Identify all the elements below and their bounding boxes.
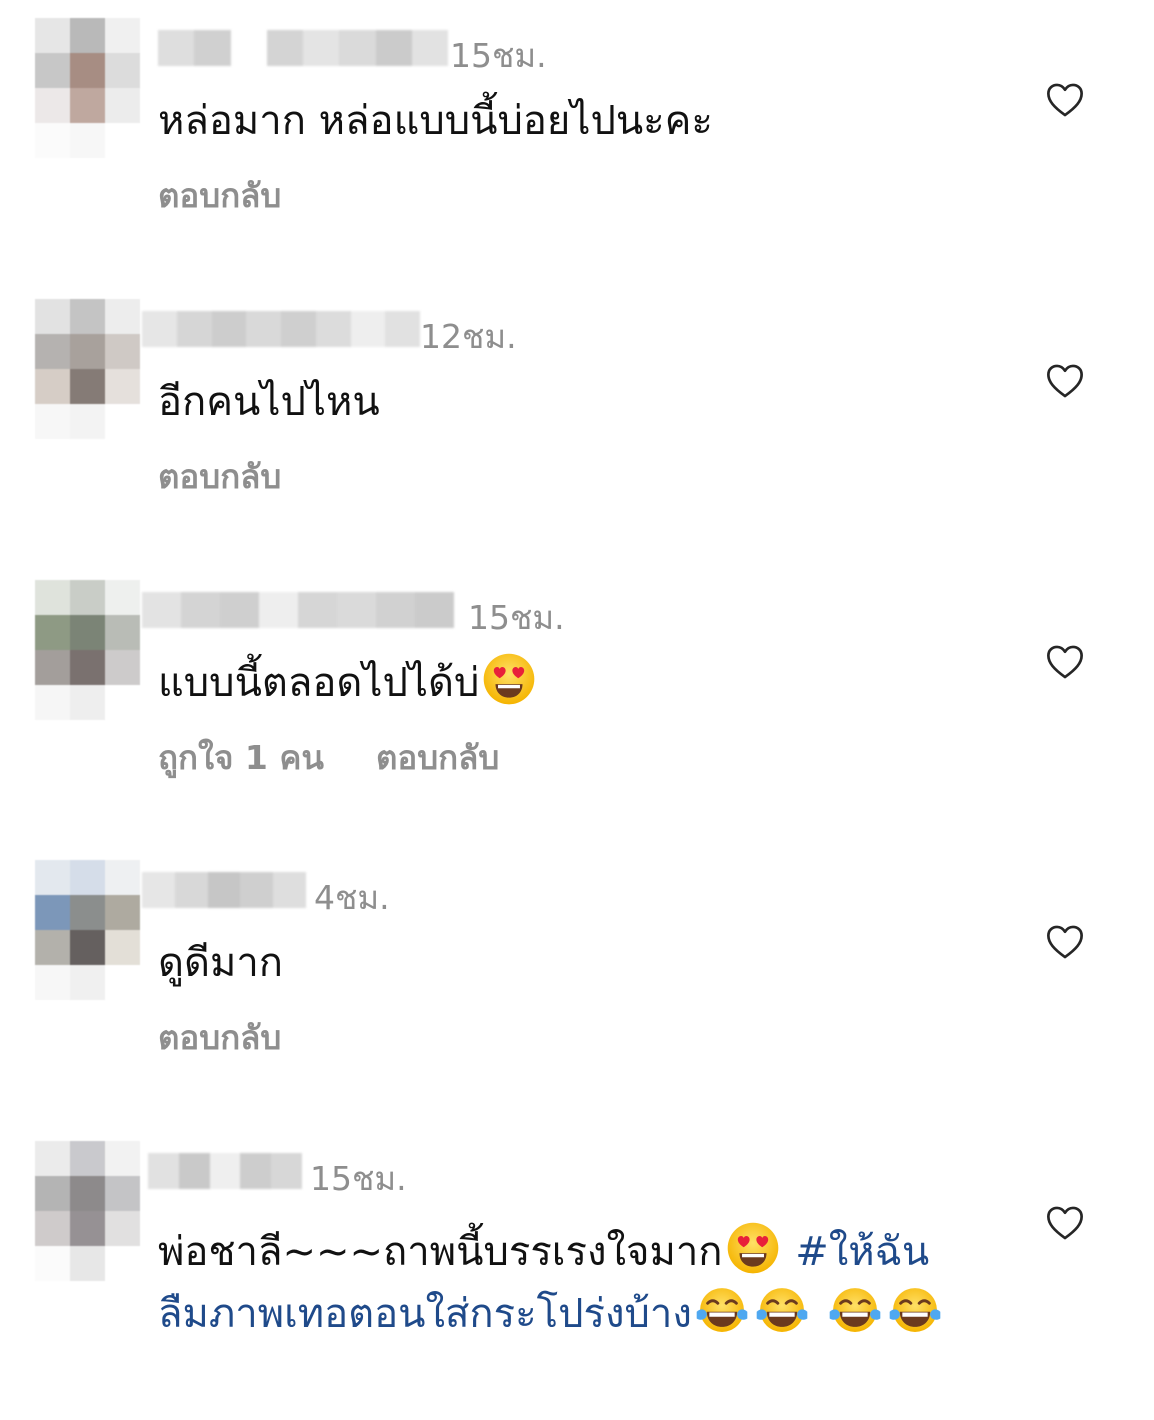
likes-count[interactable]: ถูกใจ 1 คน	[158, 738, 324, 777]
avatar[interactable]	[35, 18, 140, 158]
comment-text: หล่อมาก หล่อแบบนี้บ่อยไปนะคะ	[158, 98, 713, 144]
reply-button[interactable]: ตอบกลับ	[158, 1018, 281, 1057]
comment-text: พ่อชาลี~~~ถาพนี้บรรเรงใจมาก #ให้ฉันลืมภา…	[158, 1221, 968, 1345]
heart-eyes-emoji	[726, 1221, 780, 1275]
avatar[interactable]	[35, 1141, 140, 1281]
username[interactable]	[158, 30, 448, 66]
heart-eyes-emoji	[482, 652, 536, 706]
comment-text: อีกคนไปไหน	[158, 379, 380, 425]
heart-outline-icon[interactable]	[1046, 363, 1084, 399]
reply-button[interactable]: ตอบกลับ	[376, 738, 499, 777]
reply-button[interactable]: ตอบกลับ	[158, 457, 281, 496]
tears-of-joy-emoji	[828, 1283, 882, 1337]
heart-outline-icon[interactable]	[1046, 924, 1084, 960]
username[interactable]	[142, 872, 306, 908]
comment-timestamp: 15ชม.	[468, 598, 565, 637]
avatar[interactable]	[35, 580, 140, 720]
username[interactable]	[142, 311, 420, 347]
comment-timestamp: 4ชม.	[314, 878, 390, 917]
avatar[interactable]	[35, 860, 140, 1000]
comment-actions: ตอบกลับ	[158, 457, 281, 497]
tears-of-joy-emoji	[888, 1283, 942, 1337]
tears-of-joy-emoji	[755, 1283, 809, 1337]
comment-actions: ตอบกลับ	[158, 176, 281, 216]
heart-outline-icon[interactable]	[1046, 82, 1084, 118]
comment-timestamp: 15ชม.	[310, 1159, 407, 1198]
comment-actions: ถูกใจ 1 คน ตอบกลับ	[158, 738, 499, 778]
comment-text-content: พ่อชาลี~~~ถาพนี้บรรเรงใจมาก	[158, 1229, 723, 1275]
comment-text-content: แบบนี้ตลอดไปได้บ่	[158, 660, 480, 706]
comment-text: แบบนี้ตลอดไปได้บ่	[158, 652, 978, 714]
comment-timestamp: 15ชม.	[450, 36, 547, 75]
comment-timestamp: 12ชม.	[420, 317, 517, 356]
heart-outline-icon[interactable]	[1046, 644, 1084, 680]
heart-outline-icon[interactable]	[1046, 1205, 1084, 1241]
username[interactable]	[148, 1153, 302, 1189]
tears-of-joy-emoji	[695, 1283, 749, 1337]
avatar[interactable]	[35, 299, 140, 439]
comment-text: ดูดีมาก	[158, 940, 283, 986]
username[interactable]	[142, 592, 454, 628]
comment-actions: ตอบกลับ	[158, 1018, 281, 1058]
reply-button[interactable]: ตอบกลับ	[158, 176, 281, 215]
